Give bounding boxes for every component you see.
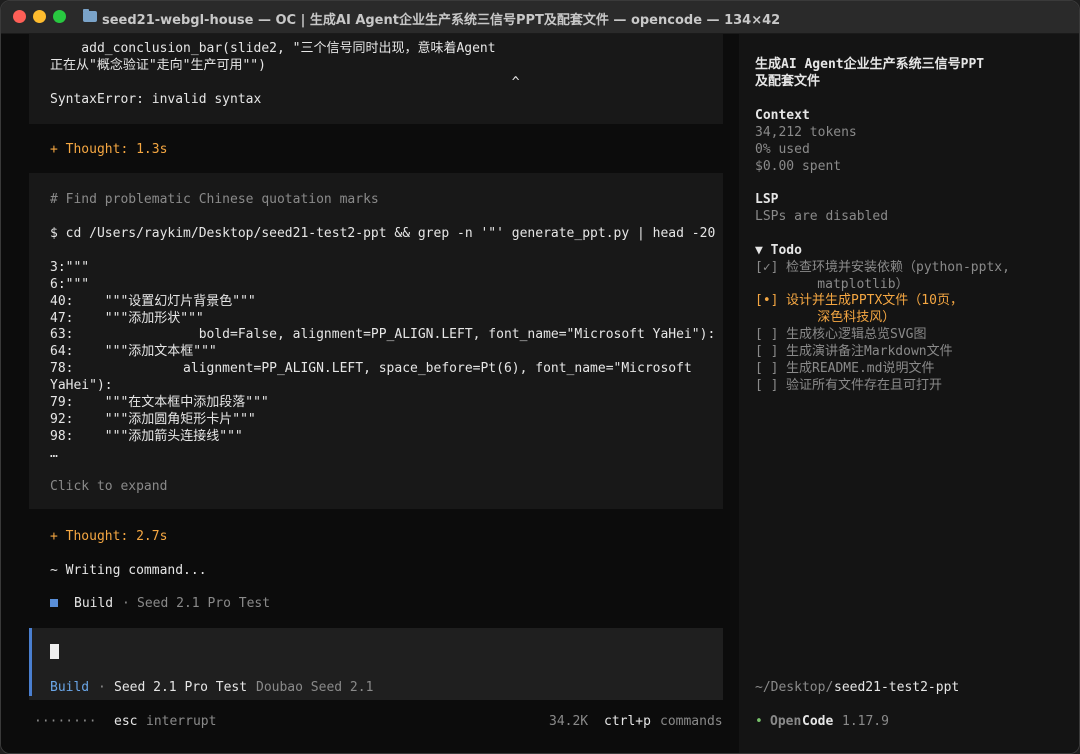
error-message: SyntaxError: invalid syntax <box>50 92 262 107</box>
version-label: 1.17.9 <box>842 714 889 729</box>
todo-item: 生成README.md说明文件 <box>786 361 935 376</box>
minimize-window-button[interactable] <box>33 10 46 23</box>
writing-status: ~ Writing command... <box>50 563 207 578</box>
click-to-expand-link[interactable]: Click to expand <box>50 478 167 495</box>
provider-label: Doubao Seed 2.1 <box>256 680 374 695</box>
todo-mark-pending: [ ] <box>755 344 779 359</box>
prompt-focus-bar <box>29 628 32 696</box>
ctrl-p-key-hint: ctrl+p <box>604 714 651 729</box>
agent-mode-selector[interactable]: Build <box>50 679 89 696</box>
terminal-window: seed21-webgl-house — OC | 生成AI Agent企业生产… <box>0 0 1080 754</box>
esc-key-hint: esc <box>114 714 138 729</box>
output-line: 92: """添加圆角矩形卡片""" <box>50 412 256 427</box>
output-line: 6:""" <box>50 277 90 292</box>
cwd-name: seed21-test2-ppt <box>834 680 960 695</box>
error-line-2: 正在从"概念验证"走向"生产可用"") <box>50 58 266 73</box>
output-line: 40: """设置幻灯片背景色""" <box>50 294 256 309</box>
text-cursor <box>50 644 59 659</box>
title-bar: seed21-webgl-house — OC | 生成AI Agent企业生产… <box>1 1 1079 34</box>
lsp-heading: LSP <box>755 192 779 207</box>
window-title: seed21-webgl-house — OC | 生成AI Agent企业生产… <box>102 13 781 28</box>
output-line: 78: alignment=PP_ALIGN.LEFT, space_befor… <box>50 361 692 376</box>
error-line-1: add_conclusion_bar(slide2, "三个信号同时出现，意味着… <box>50 41 496 56</box>
cwd-prefix: ~/Desktop/ <box>755 680 834 695</box>
todo-mark-active: [•] <box>755 293 779 308</box>
todo-mark-pending: [ ] <box>755 327 779 342</box>
lsp-status: LSPs are disabled <box>755 209 889 224</box>
commands-label[interactable]: commands <box>660 713 723 730</box>
output-line: 64: """添加文本框""" <box>50 344 217 359</box>
brand-code: Code <box>802 714 834 729</box>
todo-heading[interactable]: ▼ Todo <box>755 242 802 259</box>
build-model: Seed 2.1 Pro Test <box>137 596 271 611</box>
todo-mark-pending: [ ] <box>755 378 779 393</box>
thought-toggle[interactable]: + Thought: 2.7s <box>50 528 167 545</box>
context-spent: $0.00 spent <box>755 159 842 174</box>
output-line: 79: """在文本框中添加段落""" <box>50 395 269 410</box>
todo-item: 生成演讲备注Markdown文件 <box>786 344 953 359</box>
context-heading: Context <box>755 108 810 123</box>
todo-mark-done: [✓] <box>755 260 779 275</box>
brand-open: Open <box>770 714 802 729</box>
prompt-bottom-edge <box>29 696 723 700</box>
output-line: 98: """添加箭头连接线""" <box>50 429 243 444</box>
tool-command: $ cd /Users/raykim/Desktop/seed21-test2-… <box>50 226 716 241</box>
todo-item: 检查环境并安装依赖（python-pptx, matplotlib） <box>786 260 1010 292</box>
folder-icon <box>83 9 97 22</box>
output-line: 63: bold=False, alignment=PP_ALIGN.LEFT,… <box>50 327 716 342</box>
context-used: 0% used <box>755 142 810 157</box>
token-count: 34.2K <box>549 714 589 729</box>
session-title: 生成AI Agent企业生产系统三信号PPT 及配套文件 <box>755 57 985 89</box>
model-selector[interactable]: Seed 2.1 Pro Test <box>114 679 247 696</box>
zoom-window-button[interactable] <box>53 10 66 23</box>
close-window-button[interactable] <box>13 10 26 23</box>
output-line: YaHei"): <box>50 378 113 393</box>
todo-item: 设计并生成PPTX文件（10页， 深色科技风） <box>786 293 963 325</box>
thought-toggle[interactable]: + Thought: 1.3s <box>50 141 167 158</box>
todo-mark-pending: [ ] <box>755 361 779 376</box>
context-tokens: 34,212 tokens <box>755 125 857 140</box>
output-line: 47: """添加形状""" <box>50 311 204 326</box>
status-dot-icon: • <box>755 714 763 729</box>
error-caret: ^ <box>50 75 520 90</box>
build-square-icon <box>50 599 58 607</box>
interrupt-label: interrupt <box>146 714 217 729</box>
tool-comment: # Find problematic Chinese quotation mar… <box>50 192 379 207</box>
progress-dots: ········ <box>34 714 97 729</box>
build-sep: · <box>122 596 130 611</box>
build-label: Build <box>74 596 114 611</box>
output-ellipsis: … <box>50 446 58 461</box>
todo-item: 生成核心逻辑总览SVG图 <box>786 327 927 342</box>
output-line: 3:""" <box>50 260 90 275</box>
prompt-sep: · <box>98 680 106 695</box>
todo-item: 验证所有文件存在且可打开 <box>786 378 943 393</box>
